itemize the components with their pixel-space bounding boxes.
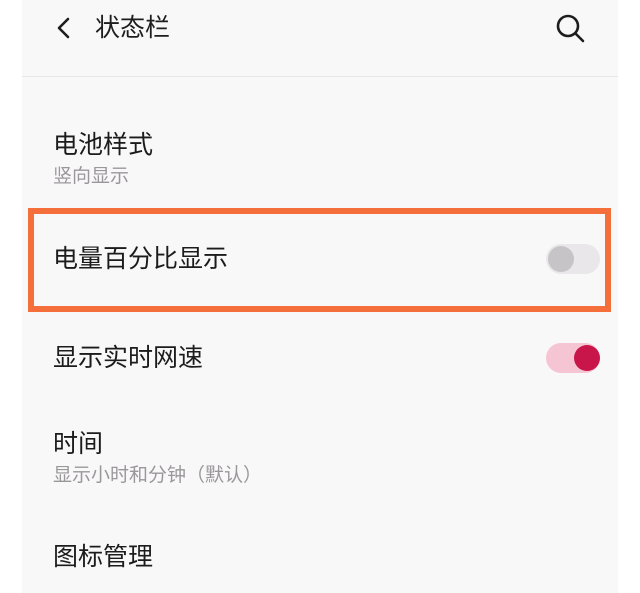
- icon-management-label: 图标管理: [53, 542, 154, 571]
- search-icon: [556, 14, 585, 43]
- settings-item-network-speed[interactable]: 显示实时网速: [22, 322, 618, 396]
- status-bar-settings-screen: 状态栏 电池样式 竖向显示 电量百分比显示 显示实时网速 时间 显示小时和分钟（…: [22, 0, 618, 593]
- settings-item-icon-management[interactable]: 图标管理: [22, 522, 618, 592]
- toggle-knob: [574, 345, 600, 371]
- time-value: 显示小时和分钟（默认）: [53, 464, 263, 486]
- top-app-bar: 状态栏: [22, 0, 618, 77]
- page-title: 状态栏: [95, 13, 171, 42]
- settings-item-battery-percentage[interactable]: 电量百分比显示: [22, 220, 618, 298]
- time-label: 时间: [53, 429, 104, 458]
- battery-style-value: 竖向显示: [53, 165, 130, 187]
- battery-percentage-label: 电量百分比显示: [53, 244, 229, 273]
- network-speed-label: 显示实时网速: [53, 343, 204, 372]
- battery-style-label: 电池样式: [53, 130, 154, 159]
- settings-item-time[interactable]: 时间 显示小时和分钟（默认）: [22, 418, 618, 502]
- network-speed-toggle[interactable]: [546, 343, 600, 373]
- toggle-knob: [548, 246, 574, 272]
- chevron-left-icon: [57, 17, 70, 39]
- search-button[interactable]: [552, 10, 588, 46]
- settings-item-battery-style[interactable]: 电池样式 竖向显示: [22, 118, 618, 198]
- back-button[interactable]: [48, 10, 80, 46]
- battery-percentage-toggle[interactable]: [546, 244, 600, 274]
